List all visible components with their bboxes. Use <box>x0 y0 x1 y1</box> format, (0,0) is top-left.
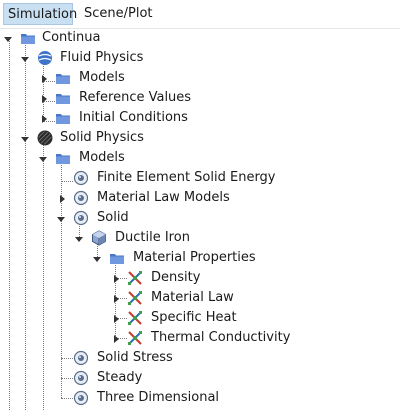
tree-node-ductile-iron[interactable]: Ductile Iron <box>0 228 400 248</box>
model-icon <box>73 210 89 226</box>
tree-node-solid[interactable]: Solid <box>0 208 400 228</box>
tree-node-label: Material Properties <box>133 250 256 265</box>
tree-node-label: Models <box>79 150 125 165</box>
tab-scene-plot[interactable]: Scene/Plot <box>80 3 157 25</box>
model-icon <box>73 350 89 366</box>
tree-node-thermal-conductivity[interactable]: Thermal Conductivity <box>0 328 400 348</box>
model-icon <box>73 390 89 406</box>
tree-node-label: Specific Heat <box>151 310 237 325</box>
expand-toggle[interactable] <box>111 313 121 323</box>
expand-toggle[interactable] <box>39 113 49 123</box>
collapse-toggle[interactable] <box>74 233 84 243</box>
expand-toggle[interactable] <box>111 333 121 343</box>
tree-node-three-dimensional[interactable]: Three Dimensional <box>0 388 400 408</box>
tab-bar: Simulation Scene/Plot <box>0 0 400 29</box>
tree-node-specific-heat[interactable]: Specific Heat <box>0 308 400 328</box>
model-icon <box>73 190 89 206</box>
folder-icon <box>55 150 71 166</box>
tree-node-material-law[interactable]: Material Law <box>0 288 400 308</box>
tree-node-solid-stress[interactable]: Solid Stress <box>0 348 400 368</box>
model-icon <box>73 170 89 186</box>
tree-node-initial-conditions[interactable]: Initial Conditions <box>0 108 400 128</box>
tree-node-finite-element-solid-energy[interactable]: Finite Element Solid Energy <box>0 168 400 188</box>
tree-node-fluid-models[interactable]: Models <box>0 68 400 88</box>
collapse-toggle[interactable] <box>20 53 30 63</box>
tree-node-label: Reference Values <box>79 90 192 105</box>
tree-node-label: Solid Physics <box>60 130 144 145</box>
collapse-toggle[interactable] <box>38 153 48 163</box>
property-icon <box>127 270 143 286</box>
collapse-toggle[interactable] <box>56 213 66 223</box>
folder-icon <box>20 30 36 46</box>
fluid-physics-icon <box>37 50 53 66</box>
tree-node-label: Fluid Physics <box>60 50 144 65</box>
collapse-toggle[interactable] <box>92 253 102 263</box>
tree-node-material-properties[interactable]: Material Properties <box>0 248 400 268</box>
tree-node-label: Steady <box>97 370 143 385</box>
tree-node-solid-physics[interactable]: Solid Physics <box>0 128 400 148</box>
expand-toggle[interactable] <box>39 73 49 83</box>
tree-node-reference-values[interactable]: Reference Values <box>0 88 400 108</box>
property-icon <box>127 290 143 306</box>
property-icon <box>127 330 143 346</box>
simulation-tree: Continua Fluid Physics Models Reference … <box>0 28 400 410</box>
tree-node-label: Density <box>151 270 201 285</box>
tree-node-fluid-physics[interactable]: Fluid Physics <box>0 48 400 68</box>
tree-node-label: Continua <box>42 30 101 45</box>
tree-node-label: Three Dimensional <box>97 390 220 405</box>
folder-icon <box>55 70 71 86</box>
tree-node-density[interactable]: Density <box>0 268 400 288</box>
property-icon <box>127 310 143 326</box>
solid-physics-icon <box>37 130 53 146</box>
tab-simulation[interactable]: Simulation <box>3 3 77 25</box>
tree-node-label: Solid Stress <box>97 350 173 365</box>
tree-node-label: Models <box>79 70 125 85</box>
tree-node-label: Material Law Models <box>97 190 230 205</box>
folder-icon <box>109 250 125 266</box>
folder-icon <box>55 90 71 106</box>
tree-node-label: Thermal Conductivity <box>151 330 291 345</box>
expand-toggle[interactable] <box>111 273 121 283</box>
expand-toggle[interactable] <box>111 293 121 303</box>
tree-node-label: Finite Element Solid Energy <box>97 170 276 185</box>
collapse-toggle[interactable] <box>3 33 13 43</box>
folder-icon <box>55 110 71 126</box>
expand-toggle[interactable] <box>57 193 67 203</box>
tree-node-label: Initial Conditions <box>79 110 188 125</box>
material-cube-icon <box>91 230 107 246</box>
expand-toggle[interactable] <box>39 93 49 103</box>
tree-node-label: Ductile Iron <box>115 230 190 245</box>
tree-node-label: Material Law <box>151 290 234 305</box>
model-icon <box>73 370 89 386</box>
tree-node-label: Solid <box>97 210 129 225</box>
tree-node-continua[interactable]: Continua <box>0 28 400 48</box>
tree-node-steady[interactable]: Steady <box>0 368 400 388</box>
tree-node-solid-models[interactable]: Models <box>0 148 400 168</box>
tree-node-material-law-models[interactable]: Material Law Models <box>0 188 400 208</box>
collapse-toggle[interactable] <box>20 133 30 143</box>
